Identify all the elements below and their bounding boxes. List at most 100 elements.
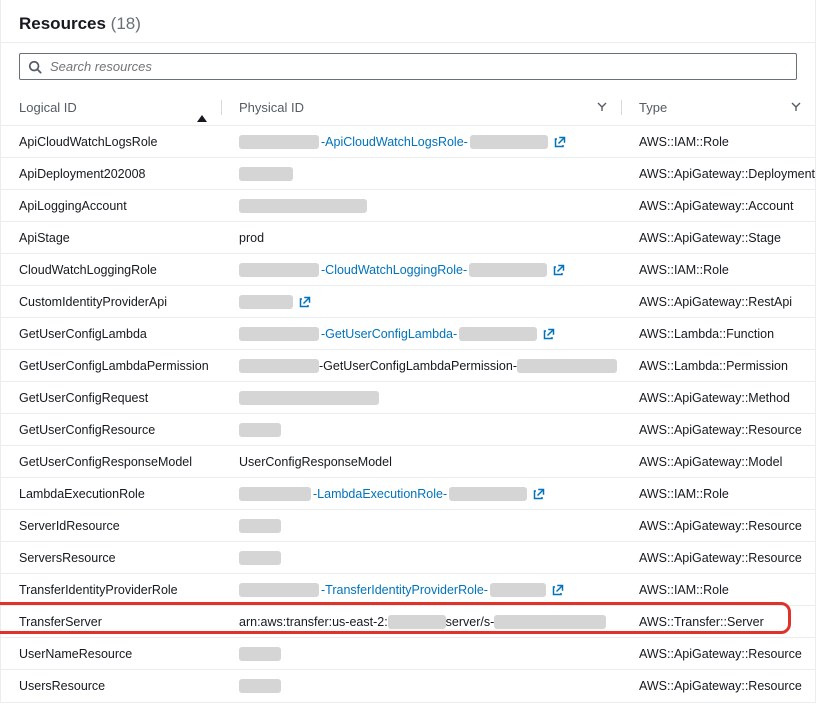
table-row[interactable]: CloudWatchLoggingRole -CloudWatchLoggingR… (1, 254, 815, 286)
physical-id-cell: -GetUserConfigLambdaPermission- (221, 350, 621, 382)
physical-id-link[interactable]: -LambdaExecutionRole- (313, 487, 447, 501)
redacted-text (239, 583, 319, 597)
redacted-text (239, 167, 293, 181)
physical-id-cell: -GetUserConfigLambda- (221, 318, 621, 350)
col-type[interactable]: Type (621, 90, 815, 126)
type-cell: AWS::Transfer::Server (621, 606, 815, 638)
external-link-icon[interactable] (552, 584, 564, 596)
redacted-text (459, 327, 537, 341)
table-row[interactable]: TransferIdentityProviderRole -TransferIde… (1, 574, 815, 606)
physical-id-cell: -TransferIdentityProviderRole- (221, 574, 621, 606)
redacted-text (239, 487, 311, 501)
table-row[interactable]: ApiDeployment202008 AWS::ApiGateway::Depl… (1, 158, 815, 190)
type-cell: AWS::ApiGateway::Model (621, 446, 815, 478)
table-row[interactable]: TransferServer arn:aws:transfer:us-east-2… (1, 606, 815, 638)
logical-id-cell: CloudWatchLoggingRole (1, 254, 221, 286)
redacted-text (239, 423, 281, 437)
type-cell: AWS::ApiGateway::Resource (621, 670, 815, 702)
type-cell: AWS::ApiGateway::Deployment (621, 158, 815, 190)
type-cell: AWS::IAM::Role (621, 574, 815, 606)
external-link-icon[interactable] (533, 488, 545, 500)
physical-id-text: prod (239, 231, 264, 245)
type-cell: AWS::ApiGateway::RestApi (621, 286, 815, 318)
table-row[interactable]: ServerIdResourceAWS::ApiGateway::Resourc… (1, 510, 815, 542)
logical-id-cell: GetUserConfigLambda (1, 318, 221, 350)
search-input[interactable] (50, 59, 788, 74)
table-row[interactable]: ServersResource AWS::ApiGateway::Resource (1, 542, 815, 574)
type-cell: AWS::IAM::Role (621, 126, 815, 158)
logical-id-cell: UsersResource (1, 670, 221, 702)
filter-icon[interactable] (597, 100, 607, 115)
table-row[interactable]: LambdaExecutionRole -LambdaExecutionRole-… (1, 478, 815, 510)
search-icon (28, 60, 42, 74)
panel-count: (18) (111, 14, 141, 33)
redacted-text (494, 615, 606, 629)
logical-id-cell: GetUserConfigRequest (1, 382, 221, 414)
table-row[interactable]: UsersResource AWS::ApiGateway::Resource (1, 670, 815, 702)
redacted-text (517, 359, 617, 373)
physical-id-link[interactable]: -CloudWatchLoggingRole- (321, 263, 467, 277)
type-cell: AWS::ApiGateway::Resource (621, 414, 815, 446)
logical-id-cell: ApiDeployment202008 (1, 158, 221, 190)
redacted-text (239, 327, 319, 341)
physical-id-cell (221, 670, 621, 702)
physical-id-link[interactable]: -TransferIdentityProviderRole- (321, 583, 488, 597)
table-row[interactable]: ApiCloudWatchLogsRole -ApiCloudWatchLogsR… (1, 126, 815, 158)
type-cell: AWS::ApiGateway::Method (621, 382, 815, 414)
type-cell: AWS::ApiGateway::Resource (621, 638, 815, 670)
logical-id-cell: ApiCloudWatchLogsRole (1, 126, 221, 158)
external-link-icon[interactable] (553, 264, 565, 276)
physical-id-cell: -ApiCloudWatchLogsRole- (221, 126, 621, 158)
filter-icon[interactable] (791, 100, 801, 115)
logical-id-cell: GetUserConfigLambdaPermission (1, 350, 221, 382)
table-row[interactable]: GetUserConfigRequest AWS::ApiGateway::Met… (1, 382, 815, 414)
logical-id-cell: LambdaExecutionRole (1, 478, 221, 510)
table-row[interactable]: GetUserConfigResponseModelUserConfigResp… (1, 446, 815, 478)
logical-id-cell: CustomIdentityProviderApi (1, 286, 221, 318)
table-header-row: Logical ID Physical ID Type (1, 90, 815, 126)
physical-id-cell (221, 510, 621, 542)
redacted-text (239, 295, 293, 309)
type-cell: AWS::Lambda::Permission (621, 350, 815, 382)
col-physical-id[interactable]: Physical ID (221, 90, 621, 126)
redacted-text (490, 583, 546, 597)
external-link-icon[interactable] (299, 296, 311, 308)
type-cell: AWS::IAM::Role (621, 254, 815, 286)
col-logical-id[interactable]: Logical ID (1, 90, 221, 126)
physical-id-cell: UserConfigResponseModel (221, 446, 621, 478)
external-link-icon[interactable] (554, 136, 566, 148)
table-row[interactable]: CustomIdentityProviderApi AWS::ApiGateway… (1, 286, 815, 318)
table-row[interactable]: GetUserConfigResource AWS::ApiGateway::Re… (1, 414, 815, 446)
type-cell: AWS::IAM::Role (621, 478, 815, 510)
type-cell: AWS::ApiGateway::Resource (621, 510, 815, 542)
logical-id-cell: TransferIdentityProviderRole (1, 574, 221, 606)
type-cell: AWS::ApiGateway::Stage (621, 222, 815, 254)
resources-panel: Resources (18) Logical ID (0, 0, 816, 703)
col-physical-label: Physical ID (239, 100, 304, 115)
search-box[interactable] (19, 53, 797, 80)
redacted-text (469, 263, 547, 277)
logical-id-cell: GetUserConfigResource (1, 414, 221, 446)
table-row[interactable]: GetUserConfigLambdaPermission -GetUserCon… (1, 350, 815, 382)
type-cell: AWS::ApiGateway::Resource (621, 542, 815, 574)
logical-id-cell: TransferServer (1, 606, 221, 638)
physical-id-arn: arn:aws:transfer:us-east-2: (239, 615, 388, 629)
table-row[interactable]: ApiStage prod AWS::ApiGateway::Stage (1, 222, 815, 254)
physical-id-text: -GetUserConfigLambdaPermission- (319, 359, 517, 373)
sort-asc-icon[interactable] (197, 100, 207, 115)
redacted-text (239, 647, 281, 661)
table-row[interactable]: ApiLoggingAccountAWS::ApiGateway::Accoun… (1, 190, 815, 222)
physical-id-link[interactable]: -ApiCloudWatchLogsRole- (321, 135, 468, 149)
table-row[interactable]: UserNameResourceAWS::ApiGateway::Resourc… (1, 638, 815, 670)
physical-id-text: UserConfigResponseModel (239, 455, 392, 469)
external-link-icon[interactable] (543, 328, 555, 340)
logical-id-cell: ApiStage (1, 222, 221, 254)
table-row[interactable]: GetUserConfigLambda -GetUserConfigLambda-… (1, 318, 815, 350)
physical-id-cell: -LambdaExecutionRole- (221, 478, 621, 510)
logical-id-cell: ServersResource (1, 542, 221, 574)
redacted-text (239, 391, 379, 405)
redacted-text (239, 359, 319, 373)
physical-id-arn-mid: server/s- (446, 615, 495, 629)
physical-id-link[interactable]: -GetUserConfigLambda- (321, 327, 457, 341)
panel-header: Resources (18) (1, 0, 815, 43)
